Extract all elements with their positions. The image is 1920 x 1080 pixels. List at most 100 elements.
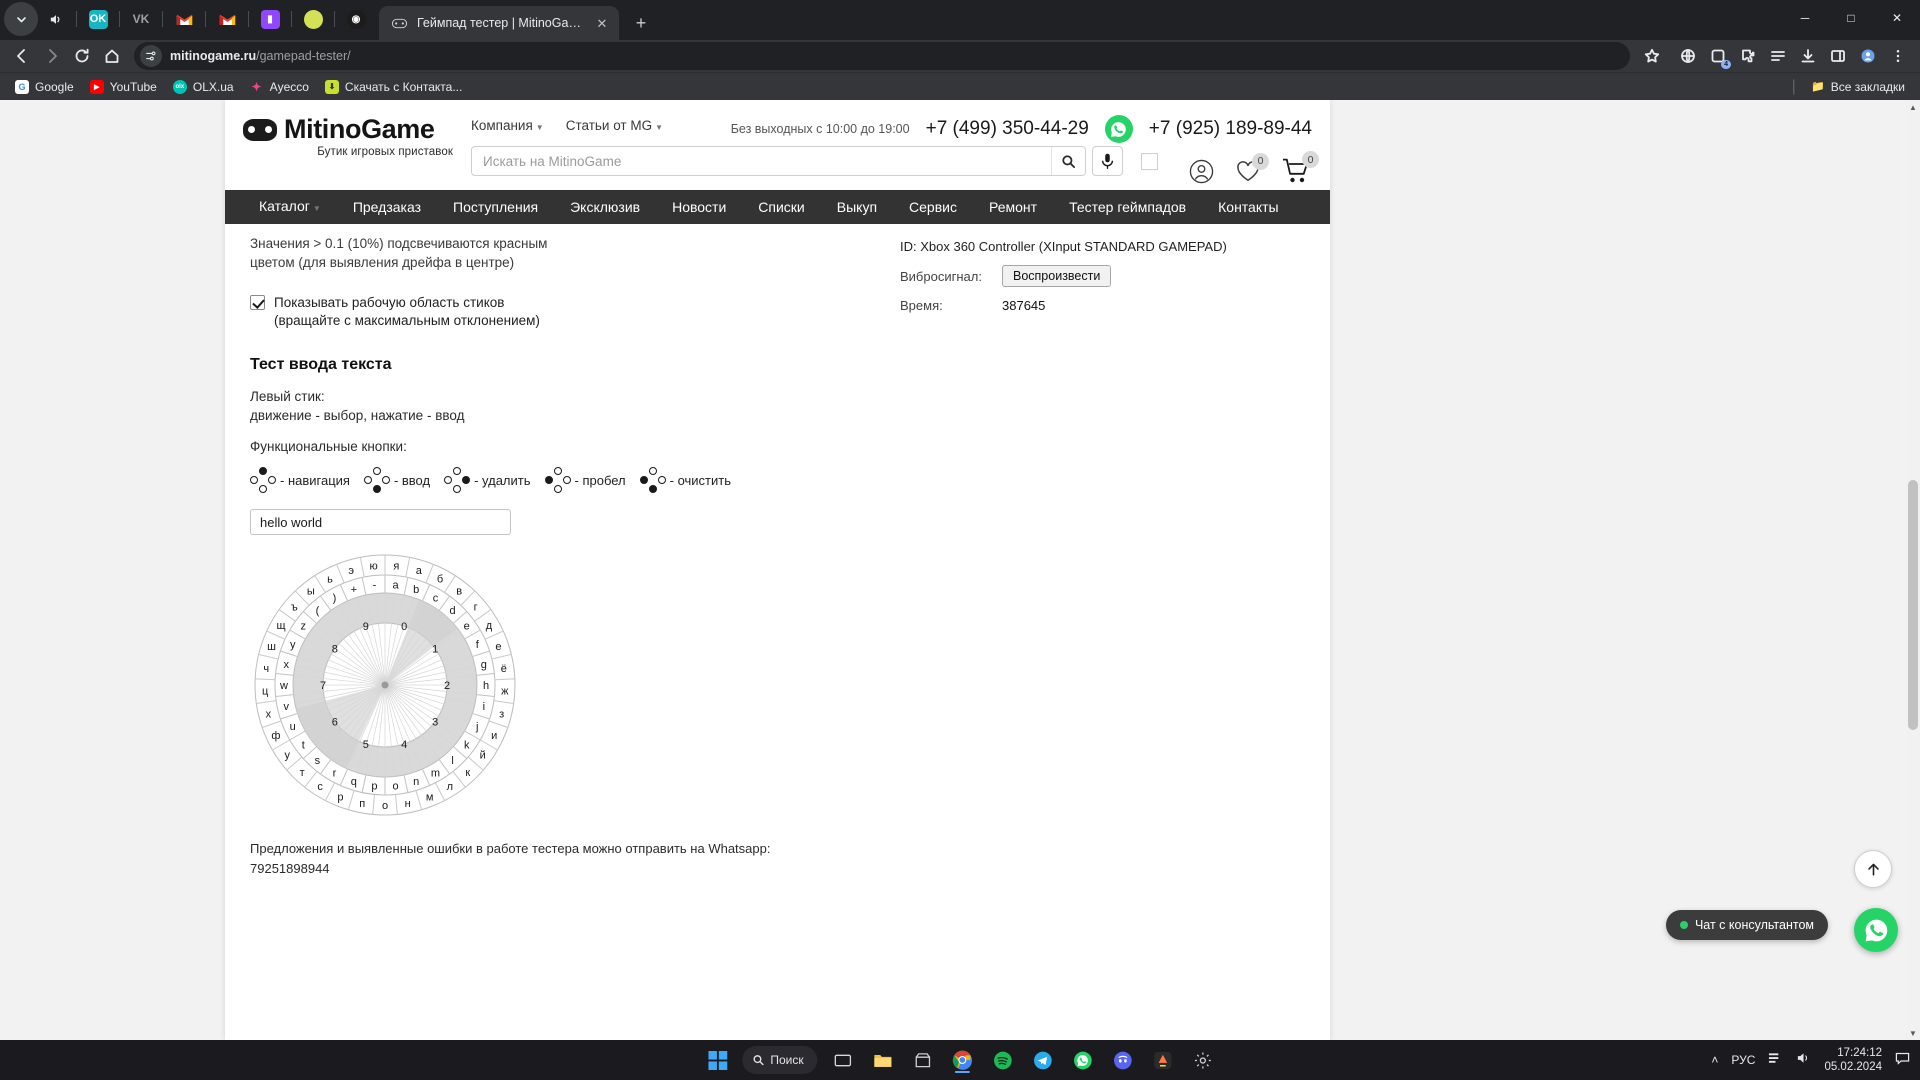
nav-item-catalog[interactable]: Каталог ▼ bbox=[247, 189, 337, 226]
wheel-digit[interactable]: 8 bbox=[332, 644, 338, 656]
play-vibration-button[interactable]: Воспроизвести bbox=[1002, 265, 1112, 287]
scroll-up-arrow[interactable]: ▲ bbox=[1906, 100, 1920, 114]
wheel-inner-letter[interactable]: v bbox=[283, 701, 289, 713]
wheel-inner-letter[interactable]: s bbox=[315, 755, 321, 767]
wheel-inner-letter[interactable]: а bbox=[392, 580, 399, 592]
home-button[interactable] bbox=[98, 42, 126, 70]
nav-item-gamepad-tester[interactable]: Тестер геймпадов bbox=[1053, 190, 1202, 224]
wheel-inner-letter[interactable]: p bbox=[371, 780, 377, 792]
wheel-inner-letter[interactable]: h bbox=[483, 680, 489, 692]
wheel-outer-letter[interactable]: р bbox=[337, 791, 343, 803]
minimize-button[interactable]: ─ bbox=[1782, 0, 1828, 36]
downloads-icon[interactable] bbox=[1794, 42, 1822, 70]
wheel-outer-letter[interactable]: щ bbox=[277, 620, 286, 632]
wheel-inner-letter[interactable]: ) bbox=[333, 593, 337, 605]
header-menu-articles[interactable]: Статьи от MG ▼ bbox=[566, 118, 663, 133]
wheel-outer-letter[interactable]: й bbox=[480, 750, 486, 762]
chrome-icon[interactable] bbox=[948, 1045, 978, 1075]
wheel-outer-letter[interactable]: б bbox=[437, 573, 443, 585]
forward-button[interactable] bbox=[38, 42, 66, 70]
bookmark-olx[interactable]: olx OLX.ua bbox=[166, 77, 241, 97]
tray-network-icon[interactable] bbox=[1768, 1051, 1783, 1070]
close-window-button[interactable]: ✕ bbox=[1874, 0, 1920, 36]
globe-icon[interactable] bbox=[1674, 42, 1702, 70]
wheel-inner-letter[interactable]: t bbox=[302, 739, 305, 751]
wheel-outer-letter[interactable]: ч bbox=[263, 663, 269, 675]
text-test-input[interactable] bbox=[250, 509, 511, 535]
wheel-outer-letter[interactable]: п bbox=[359, 798, 365, 810]
wheel-inner-letter[interactable]: ( bbox=[316, 605, 320, 617]
wheel-outer-letter[interactable]: у bbox=[285, 750, 291, 762]
wheel-outer-letter[interactable]: л bbox=[447, 781, 453, 793]
wheel-inner-letter[interactable]: o bbox=[392, 780, 398, 792]
wheel-outer-letter[interactable]: ъ bbox=[291, 601, 298, 613]
reading-list-icon[interactable] bbox=[1764, 42, 1792, 70]
wheel-digit[interactable]: 9 bbox=[363, 621, 369, 633]
address-bar[interactable]: mitinogame.ru/gamepad-tester/ bbox=[134, 42, 1630, 70]
telegram-icon[interactable] bbox=[1028, 1045, 1058, 1075]
wheel-outer-letter[interactable]: э bbox=[348, 565, 354, 577]
pinned-tab-gmail-1[interactable] bbox=[167, 2, 201, 36]
wheel-outer-letter[interactable]: в bbox=[456, 586, 462, 598]
nav-item-arrivals[interactable]: Поступления bbox=[437, 190, 554, 224]
wheel-outer-letter[interactable]: д bbox=[486, 620, 493, 632]
tray-language-indicator[interactable]: РУС bbox=[1731, 1053, 1755, 1067]
whatsapp-icon[interactable] bbox=[1068, 1045, 1098, 1075]
bookmark-star-icon[interactable] bbox=[1638, 42, 1666, 70]
wheel-outer-letter[interactable]: е bbox=[495, 641, 501, 653]
wheel-inner-letter[interactable]: e bbox=[464, 621, 470, 633]
scroll-down-arrow[interactable]: ▼ bbox=[1906, 1026, 1920, 1040]
nav-item-contacts[interactable]: Контакты bbox=[1202, 190, 1294, 224]
taskbar-search-button[interactable]: Поиск bbox=[742, 1046, 818, 1074]
wheel-inner-letter[interactable]: i bbox=[483, 701, 485, 713]
microsoft-store-icon[interactable] bbox=[908, 1045, 938, 1075]
windows-start-icon[interactable] bbox=[702, 1045, 732, 1075]
site-settings-icon[interactable] bbox=[140, 45, 162, 67]
favorites-button[interactable]: 0 bbox=[1236, 152, 1269, 188]
extension-badge-icon[interactable]: 4 bbox=[1704, 42, 1732, 70]
spotify-icon[interactable] bbox=[988, 1045, 1018, 1075]
tray-chevron-icon[interactable]: ˄ bbox=[1711, 1053, 1718, 1067]
wheel-outer-letter[interactable]: ш bbox=[267, 641, 276, 653]
wheel-inner-letter[interactable]: b bbox=[413, 584, 419, 596]
wheel-outer-letter[interactable]: ё bbox=[501, 663, 507, 675]
wheel-inner-letter[interactable]: w bbox=[279, 680, 288, 692]
wheel-digit[interactable]: 0 bbox=[401, 621, 407, 633]
phone-secondary[interactable]: +7 (925) 189-89-44 bbox=[1149, 118, 1312, 140]
wheel-outer-letter[interactable]: ф bbox=[271, 730, 280, 742]
header-menu-company[interactable]: Компания ▼ bbox=[471, 118, 544, 133]
maximize-button[interactable]: □ bbox=[1828, 0, 1874, 36]
nav-item-exclusive[interactable]: Эксклюзив bbox=[554, 190, 656, 224]
wheel-outer-letter[interactable]: к bbox=[465, 767, 470, 779]
active-tab[interactable]: Геймпад тестер | MitinoGame ✕ bbox=[379, 6, 619, 40]
wheel-outer-letter[interactable]: н bbox=[405, 798, 411, 810]
tray-notification-icon[interactable] bbox=[1895, 1051, 1910, 1070]
radial-keyboard-wheel[interactable]: яабвгдеёжзийклмнопрстуфхцчшщъыьэюаbcdefg… bbox=[250, 553, 520, 818]
bookmark-google[interactable]: G Google bbox=[8, 77, 81, 97]
bookmark-youtube[interactable]: ▶ YouTube bbox=[83, 77, 164, 97]
chrome-menu-icon[interactable] bbox=[1884, 42, 1912, 70]
tab-close-icon[interactable]: ✕ bbox=[593, 14, 611, 32]
settings-icon[interactable] bbox=[1188, 1045, 1218, 1075]
profile-avatar-icon[interactable] bbox=[1854, 42, 1882, 70]
wheel-outer-letter[interactable]: м bbox=[426, 791, 434, 803]
wheel-inner-letter[interactable]: k bbox=[464, 739, 470, 751]
reload-button[interactable] bbox=[68, 42, 96, 70]
show-stick-area-row[interactable]: Показывать рабочую область стиков (враща… bbox=[250, 294, 885, 330]
wheel-digit[interactable]: 6 bbox=[332, 716, 338, 728]
wheel-digit[interactable]: 2 bbox=[444, 680, 450, 692]
wheel-digit[interactable]: 3 bbox=[432, 716, 438, 728]
task-view-icon[interactable] bbox=[828, 1045, 858, 1075]
wheel-digit[interactable]: 1 bbox=[432, 644, 438, 656]
wheel-digit[interactable]: 7 bbox=[320, 680, 326, 692]
wheel-outer-letter[interactable]: ж bbox=[501, 686, 509, 698]
wheel-outer-letter[interactable]: ь bbox=[327, 573, 333, 585]
wheel-inner-letter[interactable]: + bbox=[351, 584, 357, 596]
extensions-puzzle-icon[interactable] bbox=[1734, 42, 1762, 70]
tray-clock[interactable]: 17:24:12 05.02.2024 bbox=[1824, 1046, 1882, 1074]
all-bookmarks-button[interactable]: 📁 Все закладки bbox=[1804, 77, 1912, 97]
side-panel-icon[interactable] bbox=[1824, 42, 1852, 70]
wheel-outer-letter[interactable]: з bbox=[499, 708, 504, 720]
nav-item-lists[interactable]: Списки bbox=[742, 190, 820, 224]
wheel-outer-letter[interactable]: с bbox=[317, 781, 323, 793]
